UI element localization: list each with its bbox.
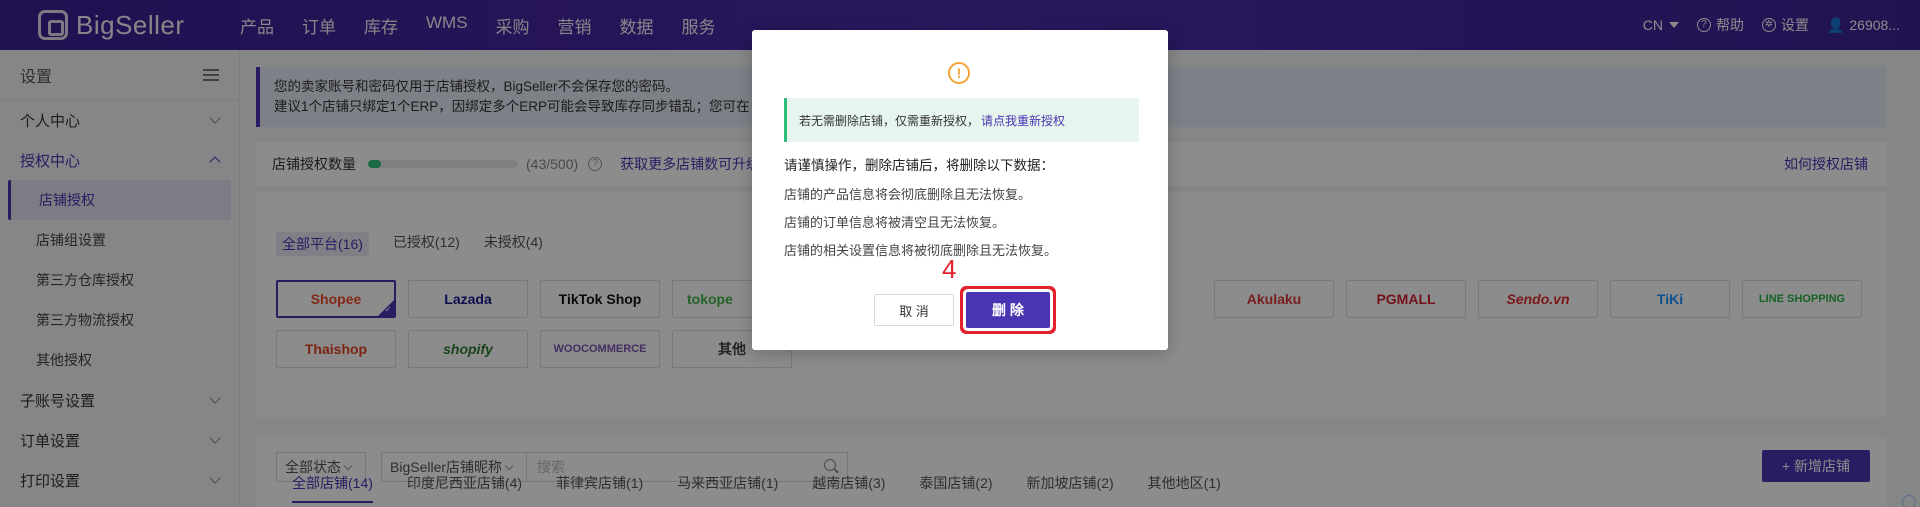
dialog-warning-line-orders: 店铺的订单信息将被清空且无法恢复。: [784, 215, 1006, 230]
delete-button[interactable]: 删 除: [966, 292, 1050, 328]
cancel-button[interactable]: 取 消: [874, 294, 954, 326]
reauthorize-tip: 若无需删除店铺，仅需重新授权， 请点我重新授权: [784, 98, 1139, 142]
step-number-annotation: 4: [942, 254, 957, 284]
search-icon[interactable]: [1902, 495, 1916, 507]
dialog-warning-line-products: 店铺的产品信息将会彻底删除且无法恢复。: [784, 187, 1032, 202]
dialog-warning-line-settings: 店铺的相关设置信息将被彻底删除且无法恢复。: [784, 243, 1058, 258]
warning-icon: !: [948, 62, 970, 84]
reauthorize-link[interactable]: 请点我重新授权: [981, 112, 1065, 129]
tip-text: 若无需删除店铺，仅需重新授权，: [799, 113, 980, 128]
delete-store-dialog: ! 若无需删除店铺，仅需重新授权， 请点我重新授权 请谨慎操作，删除店铺后，将删…: [752, 30, 1168, 350]
dialog-warning-heading: 请谨慎操作，删除店铺后，将删除以下数据：: [784, 158, 1054, 173]
